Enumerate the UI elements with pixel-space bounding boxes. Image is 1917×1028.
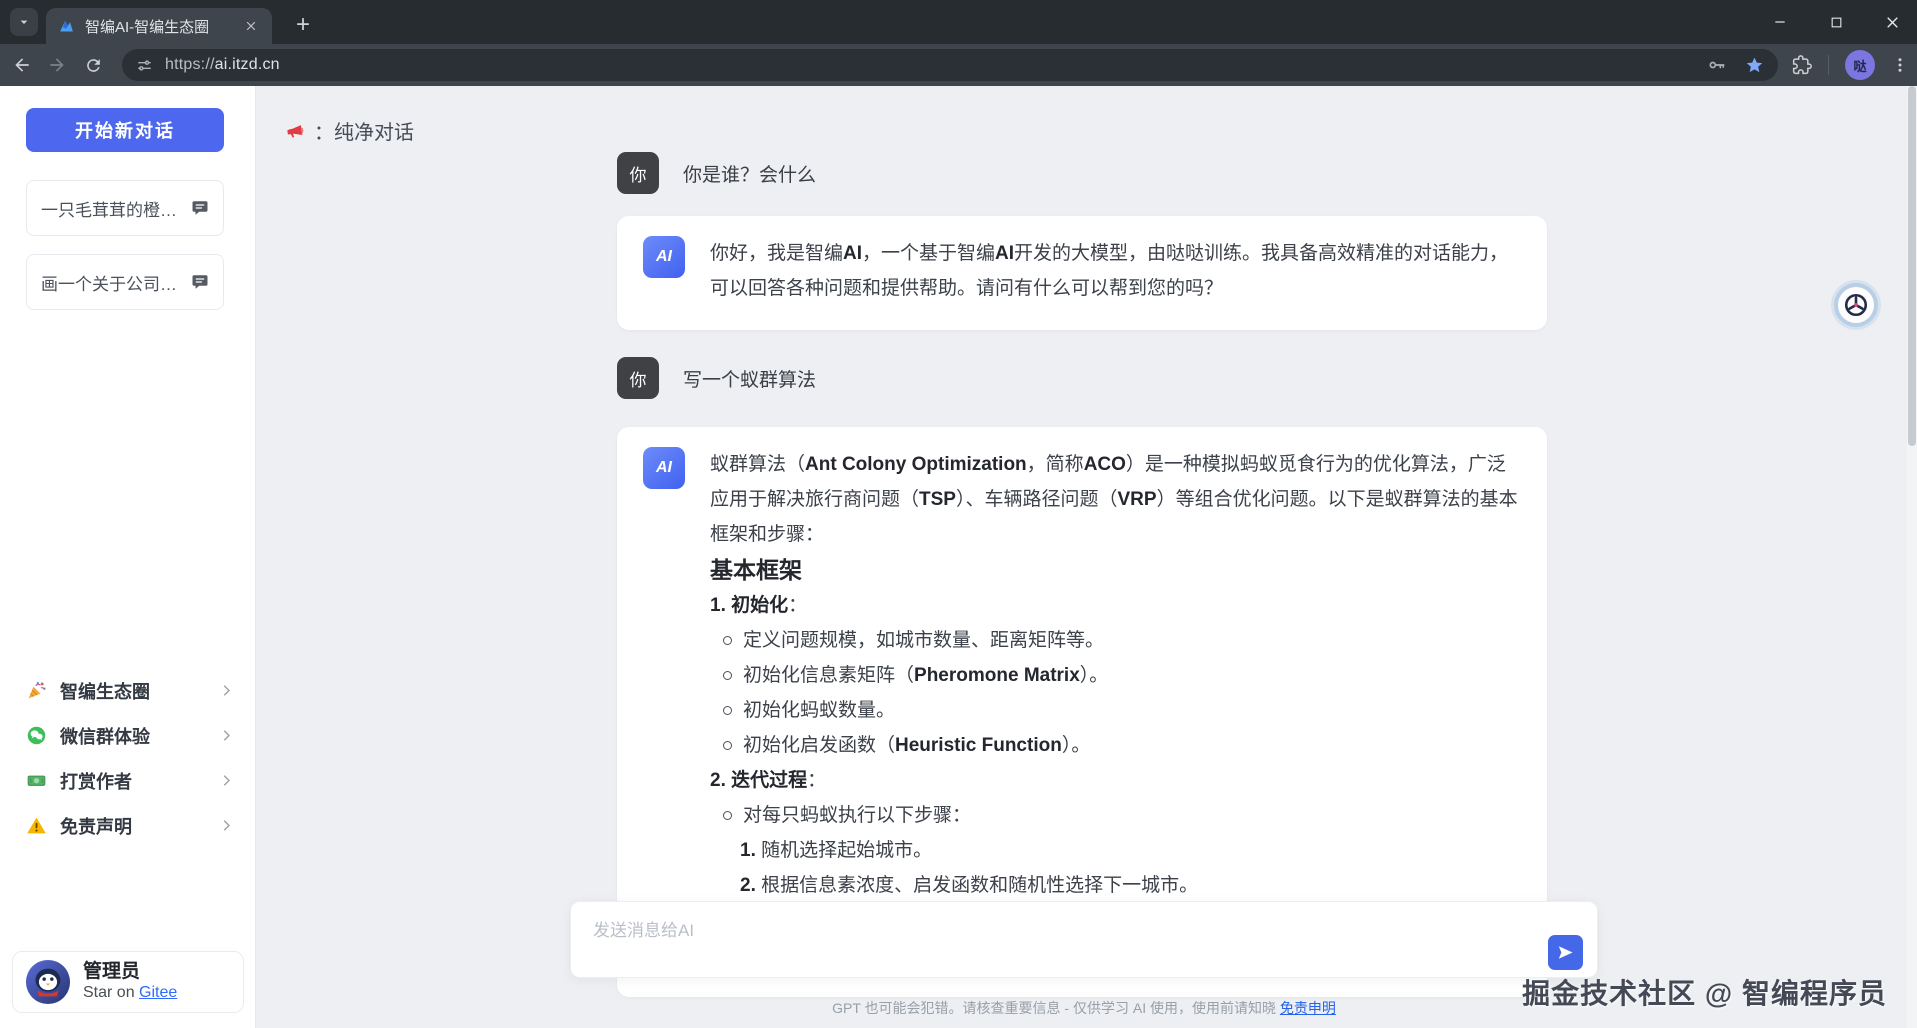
conversation-title: 一只毛茸茸的橙色... — [41, 196, 181, 221]
window-controls — [1765, 0, 1907, 44]
message-input[interactable] — [591, 914, 1481, 964]
message-text: 你好，我是智编AI，一个基于智编AI开发的大模型，由哒哒训练。我具备高效精准的对… — [710, 236, 1519, 306]
sidebar-item-label: 智编生态圈 — [60, 678, 206, 704]
floating-helper-button[interactable] — [1834, 283, 1878, 327]
browser-toolbar: https://ai.itzd.cn 哒 — [0, 44, 1917, 86]
tab-search-button[interactable] — [10, 8, 38, 36]
disclaimer-link[interactable]: 免责申明 — [1280, 1000, 1336, 1016]
chevron-right-icon — [219, 728, 234, 743]
chat-main: ：纯净对话 你 你是谁？会什么 AI 你好，我是智编AI，一个基于智编AI开发的… — [256, 86, 1917, 1028]
conversation-item[interactable]: 一只毛茸茸的橙色... — [26, 180, 224, 236]
conversation-item[interactable]: 画一个关于公司合... — [26, 254, 224, 310]
site-settings-icon[interactable] — [136, 57, 153, 74]
megaphone-icon — [285, 121, 305, 141]
conversation-title: 画一个关于公司合... — [41, 270, 181, 295]
scrollbar-track[interactable] — [1907, 86, 1917, 1028]
list-item: 1. 初始化： — [710, 588, 1519, 623]
profile-avatar[interactable]: 哒 — [1845, 50, 1875, 80]
list-item: 2. 根据信息素浓度、启发函数和随机性选择下一城市。 — [710, 868, 1519, 903]
new-tab-button[interactable]: + — [288, 10, 318, 40]
sidebar: 开始新对话 一只毛茸茸的橙色... 画一个关于公司合... 智编生态圈 — [0, 86, 256, 1028]
chat-bubble-icon — [191, 199, 209, 217]
back-button[interactable] — [5, 48, 39, 82]
star-on-gitee: Star on Gitee — [83, 983, 177, 1004]
browser-tab[interactable]: 智编AI-智编生态圈 — [46, 8, 272, 44]
user-message: 你 写一个蚁群算法 — [617, 357, 1547, 399]
list-item: 初始化启发函数（Heuristic Function）。 — [710, 728, 1519, 763]
sidebar-item-wechat-group[interactable]: 微信群体验 — [0, 713, 256, 758]
money-icon — [26, 770, 47, 791]
list-item: 对每只蚂蚁执行以下步骤： — [710, 798, 1519, 833]
user-name: 管理员 — [83, 960, 177, 984]
sidebar-item-ecosystem[interactable]: 智编生态圈 — [0, 668, 256, 713]
composer — [570, 901, 1598, 978]
sidebar-item-label: 微信群体验 — [60, 723, 206, 749]
user-card[interactable]: 管理员 Star on Gitee — [12, 951, 244, 1013]
site-favicon-icon — [58, 18, 75, 35]
message-text: 你是谁？会什么 — [683, 160, 816, 187]
chat-bubble-icon — [191, 273, 209, 291]
avatar — [25, 959, 71, 1005]
wechat-icon — [26, 725, 47, 746]
brand-logo-icon — [1843, 292, 1869, 318]
chevron-right-icon — [219, 683, 234, 698]
gitee-link[interactable]: Gitee — [139, 984, 177, 1001]
list-item: 初始化蚂蚁数量。 — [710, 693, 1519, 728]
tab-title: 智编AI-智编生态圈 — [85, 16, 232, 37]
chevron-right-icon — [219, 818, 234, 833]
address-bar[interactable]: https://ai.itzd.cn — [122, 49, 1778, 81]
password-key-icon[interactable] — [1707, 55, 1727, 75]
close-window-icon[interactable] — [1877, 7, 1907, 37]
bookmark-star-icon[interactable] — [1745, 56, 1764, 75]
sidebar-item-label: 打赏作者 — [60, 768, 206, 794]
browser-chrome: 智编AI-智编生态圈 + — [0, 0, 1917, 86]
message-text: 写一个蚁群算法 — [683, 365, 816, 392]
message-heading: 基本框架 — [710, 552, 1519, 588]
tab-close-icon[interactable] — [242, 17, 260, 35]
chat-header: ：纯净对话 — [285, 116, 414, 145]
minimize-icon[interactable] — [1765, 7, 1795, 37]
ai-avatar: AI — [643, 447, 685, 489]
user-message: 你 你是谁？会什么 — [617, 152, 1547, 194]
url-text: https://ai.itzd.cn — [165, 56, 280, 74]
list-item: 定义问题规模，如城市数量、距离矩阵等。 — [710, 623, 1519, 658]
new-chat-button[interactable]: 开始新对话 — [26, 108, 224, 152]
chevron-down-icon — [16, 14, 32, 30]
forward-button[interactable] — [40, 48, 74, 82]
toolbar-divider — [1828, 55, 1829, 75]
ai-message: AI 你好，我是智编AI，一个基于智编AI开发的大模型，由哒哒训练。我具备高效精… — [617, 216, 1547, 330]
reload-button[interactable] — [76, 48, 110, 82]
paper-plane-icon — [1557, 944, 1574, 961]
sidebar-item-disclaimer[interactable]: 免责声明 — [0, 803, 256, 848]
list-item: 初始化信息素矩阵（Pheromone Matrix）。 — [710, 658, 1519, 693]
user-avatar: 你 — [617, 152, 659, 194]
chevron-right-icon — [219, 773, 234, 788]
party-popper-icon — [26, 680, 47, 701]
sidebar-item-label: 免责声明 — [60, 813, 206, 839]
sidebar-links: 智编生态圈 微信群体验 打赏作者 — [0, 668, 256, 848]
list-item: 1. 随机选择起始城市。 — [710, 833, 1519, 868]
disclaimer-footer: GPT 也可能会犯错。请核查重要信息 - 仅供学习 AI 使用，使用前请知晓 免… — [570, 998, 1598, 1018]
list-item: 2. 迭代过程： — [710, 763, 1519, 798]
extensions-icon[interactable] — [1792, 55, 1812, 75]
tab-strip: 智编AI-智编生态圈 + — [0, 0, 1917, 44]
warning-icon — [26, 815, 47, 836]
message-list: 你 你是谁？会什么 AI 你好，我是智编AI，一个基于智编AI开发的大模型，由哒… — [617, 86, 1547, 997]
send-button[interactable] — [1548, 935, 1583, 970]
ai-avatar: AI — [643, 236, 685, 278]
maximize-icon[interactable] — [1821, 7, 1851, 37]
message-paragraph: 蚁群算法（Ant Colony Optimization，简称ACO）是一种模拟… — [710, 447, 1519, 552]
page-title: ：纯净对话 — [314, 116, 414, 145]
app-window: 开始新对话 一只毛茸茸的橙色... 画一个关于公司合... 智编生态圈 — [0, 86, 1917, 1028]
sidebar-item-donate[interactable]: 打赏作者 — [0, 758, 256, 803]
user-avatar: 你 — [617, 357, 659, 399]
menu-dots-icon[interactable] — [1891, 56, 1909, 74]
scrollbar-thumb[interactable] — [1908, 86, 1916, 446]
